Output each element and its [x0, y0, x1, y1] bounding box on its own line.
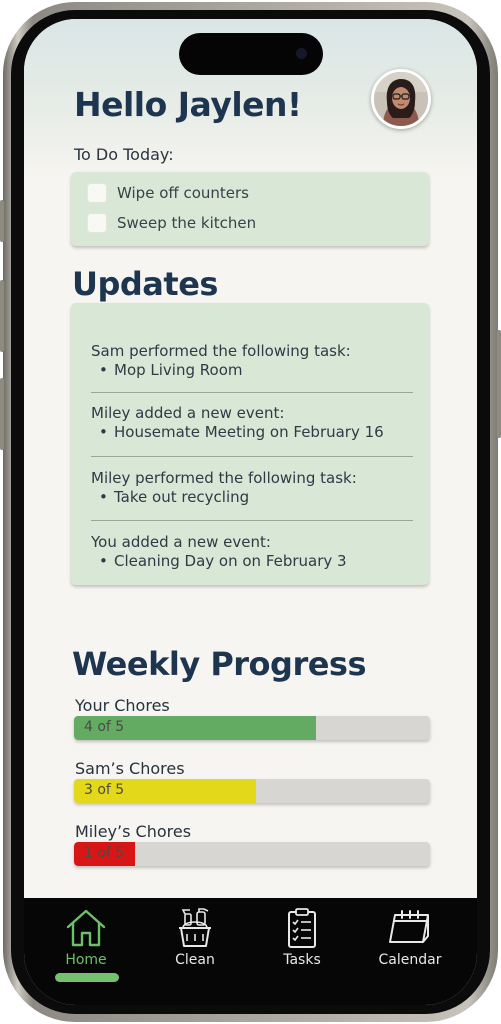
update-divider — [91, 456, 413, 457]
update-detail: • Housemate Meeting on February 16 — [99, 423, 384, 441]
update-item: Miley performed the following task: • Tak… — [91, 469, 413, 507]
update-detail-text: Take out recycling — [114, 488, 250, 506]
progress-bar-sam: 3 of 5 — [74, 779, 430, 803]
update-detail-text: Cleaning Day on on February 3 — [114, 552, 347, 570]
update-item: Sam performed the following task: • Mop L… — [91, 342, 413, 380]
update-detail-text: Mop Living Room — [114, 361, 243, 379]
power-button — [497, 330, 501, 438]
todo-checkbox[interactable] — [87, 183, 107, 203]
update-item: Miley added a new event: • Housemate Meet… — [91, 404, 413, 442]
tab-label: Home — [65, 952, 107, 968]
dynamic-island — [179, 33, 323, 75]
tab-clean[interactable]: Clean — [150, 906, 240, 968]
updates-card: Sam performed the following task: • Mop L… — [71, 303, 429, 585]
progress-bar-yours: 4 of 5 — [74, 716, 430, 740]
todo-card: Wipe off counters Sweep the kitchen — [71, 172, 429, 246]
update-headline: Sam performed the following task: — [91, 342, 351, 360]
update-detail: • Cleaning Day on on February 3 — [99, 552, 347, 570]
tab-bar: Home Clean Tasks Calendar — [24, 898, 477, 1005]
tab-calendar[interactable]: Calendar — [365, 906, 455, 968]
progress-label-yours: Your Chores — [75, 696, 170, 715]
progress-text: 3 of 5 — [84, 782, 125, 798]
update-headline: You added a new event: — [91, 533, 271, 551]
tab-tasks[interactable]: Tasks — [257, 906, 347, 968]
progress-label-miley: Miley’s Chores — [75, 822, 192, 841]
update-divider — [91, 520, 413, 521]
todo-item[interactable]: Sweep the kitchen — [87, 212, 256, 234]
home-icon — [66, 909, 106, 947]
greeting-title: Hello Jaylen! — [74, 85, 302, 124]
update-detail-text: Housemate Meeting on February 16 — [114, 423, 384, 441]
avatar-image — [374, 72, 428, 126]
progress-text: 1 of 5 — [84, 845, 125, 861]
volume-up-button — [0, 280, 4, 352]
update-headline: Miley performed the following task: — [91, 469, 357, 487]
progress-bar-miley: 1 of 5 — [74, 842, 430, 866]
clipboard-checklist-icon — [288, 908, 316, 948]
updates-title: Updates — [72, 265, 218, 303]
tab-home[interactable]: Home — [41, 906, 131, 968]
tab-label: Tasks — [283, 952, 321, 968]
todo-checkbox[interactable] — [87, 213, 107, 233]
progress-label-sam: Sam’s Chores — [75, 759, 185, 778]
tab-label: Clean — [175, 952, 215, 968]
cleaning-bucket-icon — [179, 908, 211, 947]
progress-text: 4 of 5 — [84, 719, 125, 735]
todo-item[interactable]: Wipe off counters — [87, 182, 249, 204]
action-button — [0, 200, 4, 242]
camera-icon — [296, 48, 307, 59]
active-tab-indicator — [55, 973, 119, 982]
update-headline: Miley added a new event: — [91, 404, 285, 422]
update-detail: • Take out recycling — [99, 488, 250, 506]
update-item: You added a new event: • Cleaning Day on … — [91, 533, 413, 571]
calendar-icon — [389, 910, 429, 943]
app-screen: Hello Jaylen! To Do Today: Wipe off coun… — [24, 19, 477, 1005]
weekly-progress-title: Weekly Progress — [72, 645, 367, 683]
user-avatar-icon[interactable] — [371, 69, 431, 129]
todo-item-label: Sweep the kitchen — [117, 214, 257, 232]
update-detail: • Mop Living Room — [99, 361, 243, 379]
tab-label: Calendar — [378, 952, 442, 968]
volume-down-button — [0, 378, 4, 450]
todo-item-label: Wipe off counters — [117, 184, 249, 202]
update-divider — [91, 392, 413, 393]
todo-heading: To Do Today: — [74, 145, 174, 164]
